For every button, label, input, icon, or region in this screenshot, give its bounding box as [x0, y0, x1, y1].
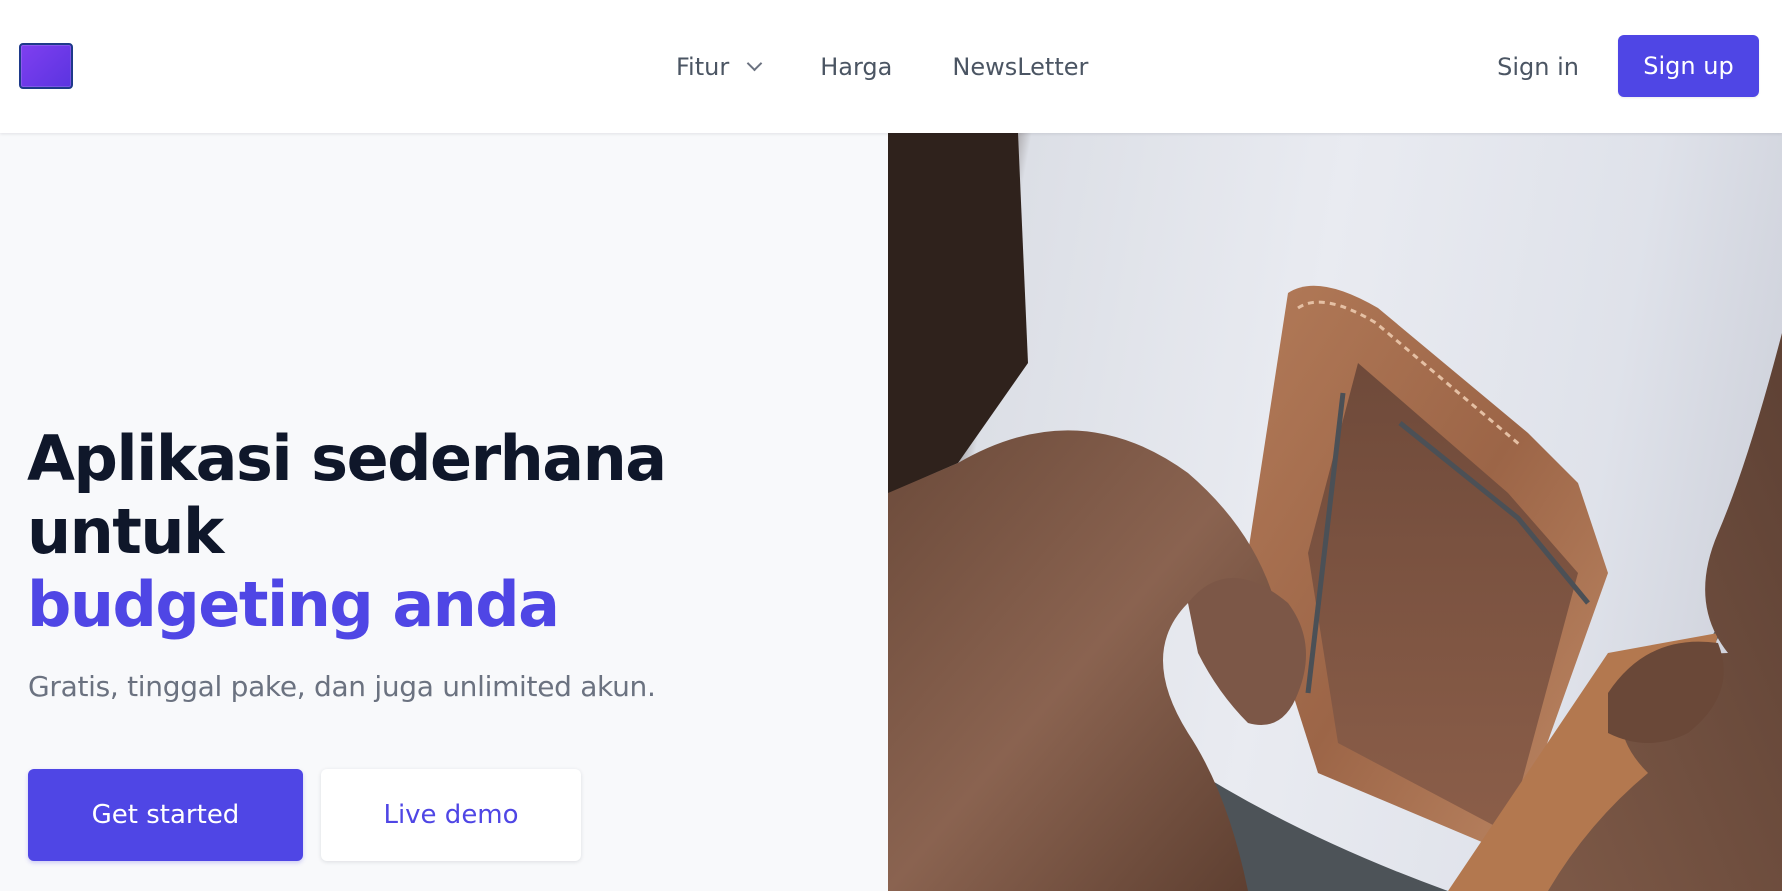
hero-subtitle: Gratis, tinggal pake, dan juga unlimited… [28, 670, 656, 703]
logo-icon[interactable] [19, 43, 73, 89]
nav-fitur-dropdown[interactable]: Fitur [676, 52, 763, 81]
hero-title: Aplikasi sederhana untuk budgeting anda [27, 422, 877, 641]
nav-newsletter-link[interactable]: NewsLetter [952, 53, 1088, 81]
live-demo-button[interactable]: Live demo [321, 769, 581, 861]
chevron-down-icon [746, 55, 763, 72]
sign-in-link[interactable]: Sign in [1497, 0, 1579, 133]
nav-harga-link[interactable]: Harga [820, 53, 892, 81]
get-started-button[interactable]: Get started [28, 769, 303, 861]
hero-title-line1: Aplikasi sederhana [27, 422, 667, 495]
hero-title-line2: untuk [27, 495, 224, 568]
sign-up-button[interactable]: Sign up [1618, 35, 1759, 97]
hero-title-accent: budgeting anda [27, 568, 560, 641]
top-navbar: Fitur Harga NewsLetter Sign in Sign up [0, 0, 1782, 133]
hero-photo-wallet [888, 133, 1782, 891]
wallet-illustration [888, 133, 1782, 891]
main-nav: Fitur Harga NewsLetter [676, 0, 1088, 133]
nav-fitur-label: Fitur [676, 52, 730, 81]
hero-section: Aplikasi sederhana untuk budgeting anda … [0, 133, 888, 891]
